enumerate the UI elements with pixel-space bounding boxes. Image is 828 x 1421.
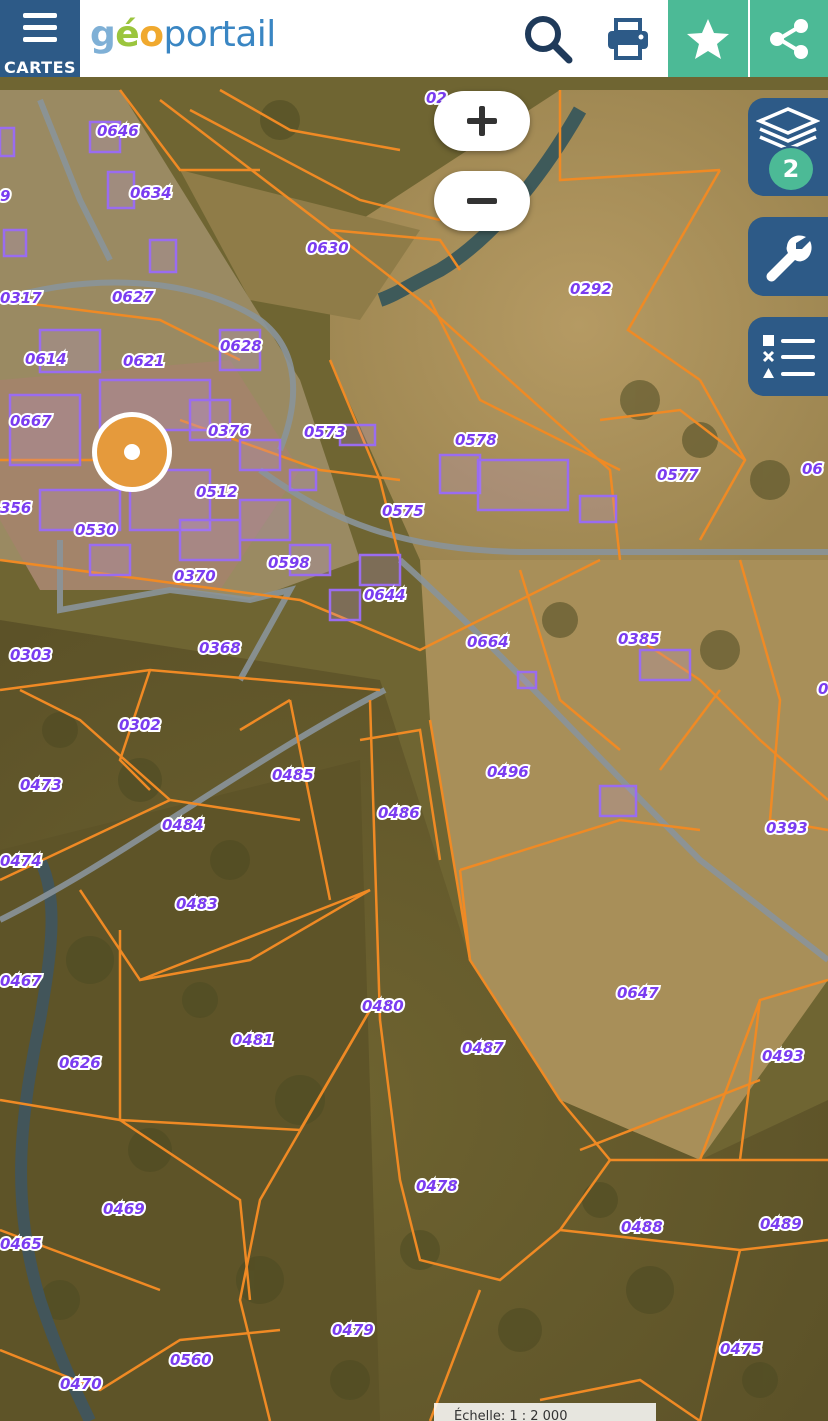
parcel-label: 0630 (307, 239, 349, 257)
parcel-label: 0493 (762, 1047, 804, 1065)
parcel-label: 0489 (760, 1215, 802, 1233)
parcel-label: 0370 (174, 567, 216, 585)
share-button[interactable] (750, 0, 828, 77)
parcel-label: 0469 (103, 1200, 145, 1218)
scale-text: Échelle: 1 : 2 000 (454, 1409, 568, 1421)
parcel-label: 0487 (462, 1039, 504, 1057)
parcel-label: 0484 (162, 816, 204, 834)
logo-part: é (115, 14, 140, 55)
cadastral-map[interactable]: 0646 0634 0630 0317 0627 0614 0621 0628 … (0, 0, 828, 1421)
legend-button[interactable] (748, 317, 828, 396)
star-icon (687, 18, 729, 59)
parcel-label: 0488 (621, 1218, 663, 1236)
parcel-label: 0385 (618, 630, 660, 648)
parcel-label: 0575 (382, 502, 424, 520)
parcel-label: 0486 (378, 804, 420, 822)
parcel-label: 0368 (199, 639, 241, 657)
parcel-label: 0496 (487, 763, 529, 781)
parcel-label: 0614 (25, 350, 67, 368)
parcel-label: 0578 (455, 431, 497, 449)
parcel-label: 356 (0, 499, 31, 517)
printer-icon (608, 17, 648, 60)
parcel-label: 0626 (59, 1054, 101, 1072)
parcel-label: 0473 (20, 776, 62, 794)
parcel-label: 0480 (362, 997, 404, 1015)
parcel-label: 0628 (220, 337, 262, 355)
parcel-label: 0478 (416, 1177, 458, 1195)
parcel-label: 0465 (0, 1235, 42, 1253)
minus-icon (467, 198, 497, 204)
parcel-label: 0376 (208, 422, 250, 440)
parcel-label: 0474 (0, 852, 42, 870)
menu-label: CARTES (3, 58, 77, 77)
parcel-label: 0303 (10, 646, 52, 664)
scale-bar: Échelle: 1 : 2 000 (434, 1403, 656, 1421)
share-icon (770, 18, 808, 59)
parcel-label: 0512 (196, 483, 238, 501)
hamburger-icon (23, 13, 57, 43)
parcel-label: 0530 (75, 521, 117, 539)
plus-icon (467, 106, 497, 136)
parcel-label: 0627 (112, 288, 154, 306)
parcel-label: 0667 (10, 412, 52, 430)
parcel-label: 0470 (60, 1375, 102, 1393)
parcel-label: 0479 (332, 1321, 374, 1339)
top-bar: CARTES géoportail (0, 0, 828, 77)
parcel-label: 0292 (570, 280, 612, 298)
parcel-label: 0483 (176, 895, 218, 913)
parcel-label: 0560 (170, 1351, 212, 1369)
parcel-label: 0317 (0, 289, 42, 307)
parcel-label: 0598 (268, 554, 310, 572)
parcel-label: 0644 (364, 586, 406, 604)
parcel-label: 0573 (304, 423, 346, 441)
wrench-icon (766, 234, 812, 281)
zoom-in-button[interactable] (434, 91, 530, 151)
parcel-label: 0634 (130, 184, 172, 202)
parcel-label: 0577 (657, 466, 699, 484)
parcel-label: 06 (802, 460, 823, 478)
legend-list-icon (762, 334, 815, 378)
parcel-label: 9 (0, 187, 10, 205)
parcel-label: 0481 (232, 1031, 274, 1049)
parcel-label: 0485 (272, 766, 314, 784)
parcel-label: 0475 (720, 1340, 762, 1358)
print-button[interactable] (588, 0, 668, 77)
parcel-label: 0621 (123, 352, 165, 370)
logo-part: portail (163, 14, 276, 55)
search-button[interactable] (508, 0, 588, 77)
parcel-label: 0664 (467, 633, 509, 651)
parcel-label: 0 (818, 680, 828, 698)
logo-part: o (139, 14, 164, 55)
parcel-label: 0647 (617, 984, 659, 1002)
geoportail-logo[interactable]: géoportail (90, 10, 276, 60)
location-marker-icon[interactable] (92, 412, 172, 492)
parcel-label: 0393 (766, 819, 808, 837)
parcel-label: 0467 (0, 972, 42, 990)
search-icon (525, 15, 573, 63)
parcel-label: 0646 (97, 122, 139, 140)
parcel-label: 0302 (119, 716, 161, 734)
favorite-button[interactable] (668, 0, 748, 77)
maps-menu-button[interactable]: CARTES (0, 0, 80, 77)
zoom-out-button[interactable] (434, 171, 530, 231)
layers-count-badge: 2 (767, 146, 815, 192)
tools-button[interactable] (748, 217, 828, 296)
logo-part: g (90, 14, 116, 55)
